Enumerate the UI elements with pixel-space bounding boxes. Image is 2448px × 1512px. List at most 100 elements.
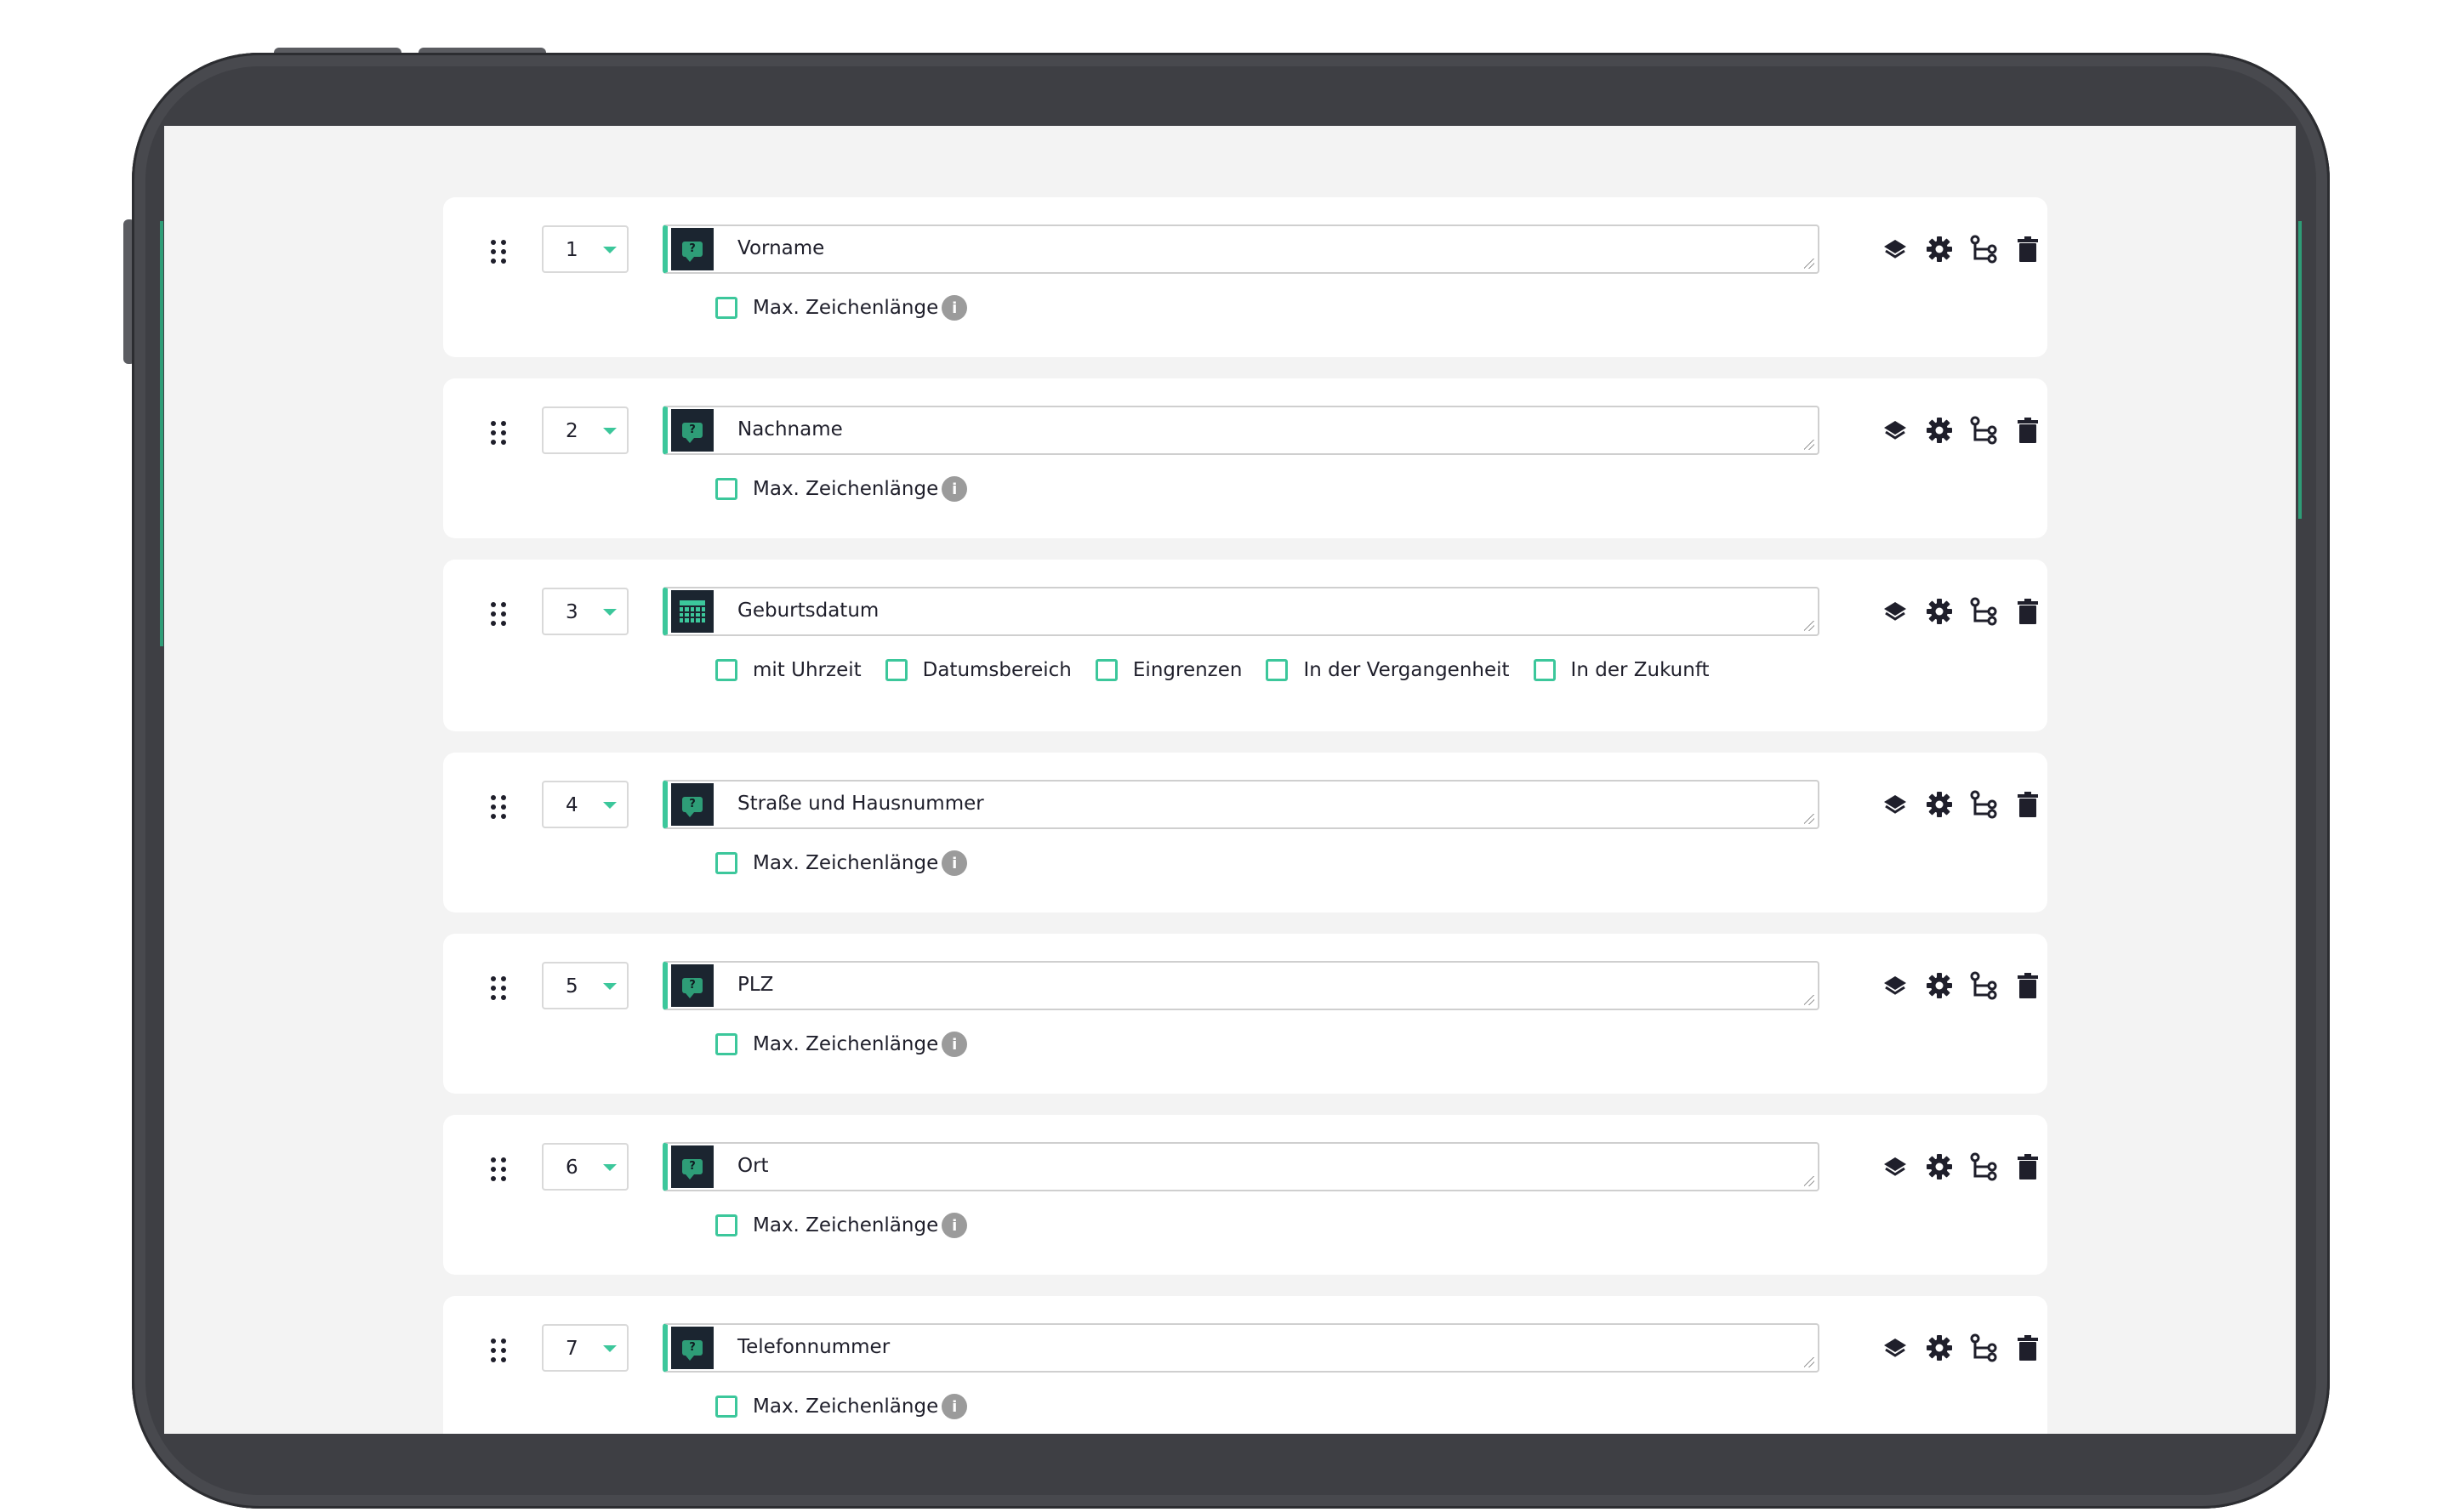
chevron-down-icon	[603, 1345, 617, 1352]
field-row: 5 ? PLZ Max. Zeichenlänge i	[443, 934, 2047, 1094]
resize-grip-icon[interactable]	[1804, 814, 1814, 824]
trash-icon[interactable]	[2013, 597, 2042, 626]
option-checkbox[interactable]	[715, 1395, 737, 1418]
drag-handle-icon[interactable]	[491, 602, 508, 626]
info-icon[interactable]: i	[942, 295, 968, 321]
option-item: Datumsbereich	[885, 659, 1072, 681]
option-checkbox[interactable]	[1266, 659, 1289, 681]
layers-icon[interactable]	[1881, 597, 1910, 626]
calendar-icon	[671, 590, 714, 633]
logic-branch-icon[interactable]	[1969, 235, 1998, 264]
field-label-input[interactable]: ? Vorname	[663, 225, 1819, 274]
trash-icon[interactable]	[2013, 416, 2042, 445]
field-options: mit Uhrzeit Datumsbereich Eingrenzen In der…	[715, 657, 1734, 683]
row-actions	[1881, 1152, 2058, 1181]
resize-grip-icon[interactable]	[1804, 621, 1814, 631]
option-checkbox[interactable]	[1095, 659, 1118, 681]
question-bubble-icon: ?	[671, 783, 714, 826]
layers-icon[interactable]	[1881, 416, 1910, 445]
info-icon[interactable]: i	[942, 850, 968, 876]
field-label-input[interactable]: Geburtsdatum	[663, 587, 1819, 636]
option-item: In der Vergangenheit	[1266, 659, 1510, 681]
option-checkbox[interactable]	[885, 659, 908, 681]
field-label-input[interactable]: ? Telefonnummer	[663, 1323, 1819, 1373]
resize-grip-icon[interactable]	[1804, 440, 1814, 450]
info-icon[interactable]: i	[942, 1032, 968, 1057]
resize-grip-icon[interactable]	[1804, 1176, 1814, 1186]
trash-icon[interactable]	[2013, 790, 2042, 819]
position-select[interactable]: 2	[542, 406, 629, 454]
drag-handle-icon[interactable]	[491, 240, 508, 264]
position-value: 1	[566, 239, 578, 261]
gear-icon[interactable]	[1925, 597, 1954, 626]
drag-handle-icon[interactable]	[491, 421, 508, 445]
position-select[interactable]: 6	[542, 1143, 629, 1191]
resize-grip-icon[interactable]	[1804, 259, 1814, 269]
logic-branch-icon[interactable]	[1969, 416, 1998, 445]
field-row: 1 ? Vorname Max. Zeichenlänge i	[443, 197, 2047, 357]
field-row: 4 ? Straße und Hausnummer Max. Zeichenlänge…	[443, 753, 2047, 912]
tablet-frame: 1? Vorname Max. Zeichenlänge i 2? Nachname Max…	[132, 53, 2330, 1509]
option-checkbox[interactable]	[1533, 659, 1556, 681]
field-label-input[interactable]: ? Ort	[663, 1142, 1819, 1191]
position-select[interactable]: 1	[542, 225, 629, 273]
field-label-input[interactable]: ? PLZ	[663, 961, 1819, 1010]
drag-handle-icon[interactable]	[491, 1339, 508, 1362]
option-checkbox[interactable]	[715, 659, 737, 681]
field-options: Max. Zeichenlänge i	[715, 1032, 991, 1057]
layers-icon[interactable]	[1881, 1152, 1910, 1181]
info-icon[interactable]: i	[942, 1213, 968, 1238]
option-item: Max. Zeichenlänge i	[715, 476, 968, 502]
resize-grip-icon[interactable]	[1804, 1357, 1814, 1367]
trash-icon[interactable]	[2013, 971, 2042, 1000]
logic-branch-icon[interactable]	[1969, 1152, 1998, 1181]
trash-icon[interactable]	[2013, 1152, 2042, 1181]
tablet-screen: 1? Vorname Max. Zeichenlänge i 2? Nachname Max…	[164, 126, 2296, 1434]
gear-icon[interactable]	[1925, 235, 1954, 264]
drag-handle-icon[interactable]	[491, 1157, 508, 1181]
layers-icon[interactable]	[1881, 1333, 1910, 1362]
option-label: Max. Zeichenlänge	[753, 852, 939, 874]
trash-icon[interactable]	[2013, 235, 2042, 264]
gear-icon[interactable]	[1925, 790, 1954, 819]
trash-icon[interactable]	[2013, 1333, 2042, 1362]
drag-handle-icon[interactable]	[491, 795, 508, 819]
field-label-text: Nachname	[737, 418, 843, 441]
chevron-down-icon	[603, 1164, 617, 1171]
position-select[interactable]: 4	[542, 781, 629, 828]
option-checkbox[interactable]	[715, 1214, 737, 1236]
option-checkbox[interactable]	[715, 478, 737, 500]
field-row: 6 ? Ort Max. Zeichenlänge i	[443, 1115, 2047, 1275]
layers-icon[interactable]	[1881, 971, 1910, 1000]
row-actions	[1881, 971, 2058, 1000]
gear-icon[interactable]	[1925, 1333, 1954, 1362]
layers-icon[interactable]	[1881, 790, 1910, 819]
gear-icon[interactable]	[1925, 971, 1954, 1000]
field-label-input[interactable]: ? Nachname	[663, 406, 1819, 455]
option-checkbox[interactable]	[715, 297, 737, 319]
field-label-text: Geburtsdatum	[737, 600, 880, 622]
logic-branch-icon[interactable]	[1969, 790, 1998, 819]
option-label: Datumsbereich	[922, 659, 1072, 681]
resize-grip-icon[interactable]	[1804, 995, 1814, 1005]
gear-icon[interactable]	[1925, 416, 1954, 445]
option-item: Max. Zeichenlänge i	[715, 850, 968, 876]
info-icon[interactable]: i	[942, 1394, 968, 1419]
option-checkbox[interactable]	[715, 852, 737, 874]
logic-branch-icon[interactable]	[1969, 971, 1998, 1000]
question-bubble-icon: ?	[671, 409, 714, 452]
gear-icon[interactable]	[1925, 1152, 1954, 1181]
option-checkbox[interactable]	[715, 1033, 737, 1055]
drag-handle-icon[interactable]	[491, 976, 508, 1000]
layers-icon[interactable]	[1881, 235, 1910, 264]
logic-branch-icon[interactable]	[1969, 597, 1998, 626]
position-select[interactable]: 3	[542, 588, 629, 635]
option-label: Max. Zeichenlänge	[753, 297, 939, 319]
field-options: Max. Zeichenlänge i	[715, 1213, 991, 1238]
info-icon[interactable]: i	[942, 476, 968, 502]
logic-branch-icon[interactable]	[1969, 1333, 1998, 1362]
option-item: In der Zukunft	[1533, 659, 1710, 681]
position-select[interactable]: 7	[542, 1324, 629, 1372]
field-label-input[interactable]: ? Straße und Hausnummer	[663, 780, 1819, 829]
position-select[interactable]: 5	[542, 962, 629, 1009]
